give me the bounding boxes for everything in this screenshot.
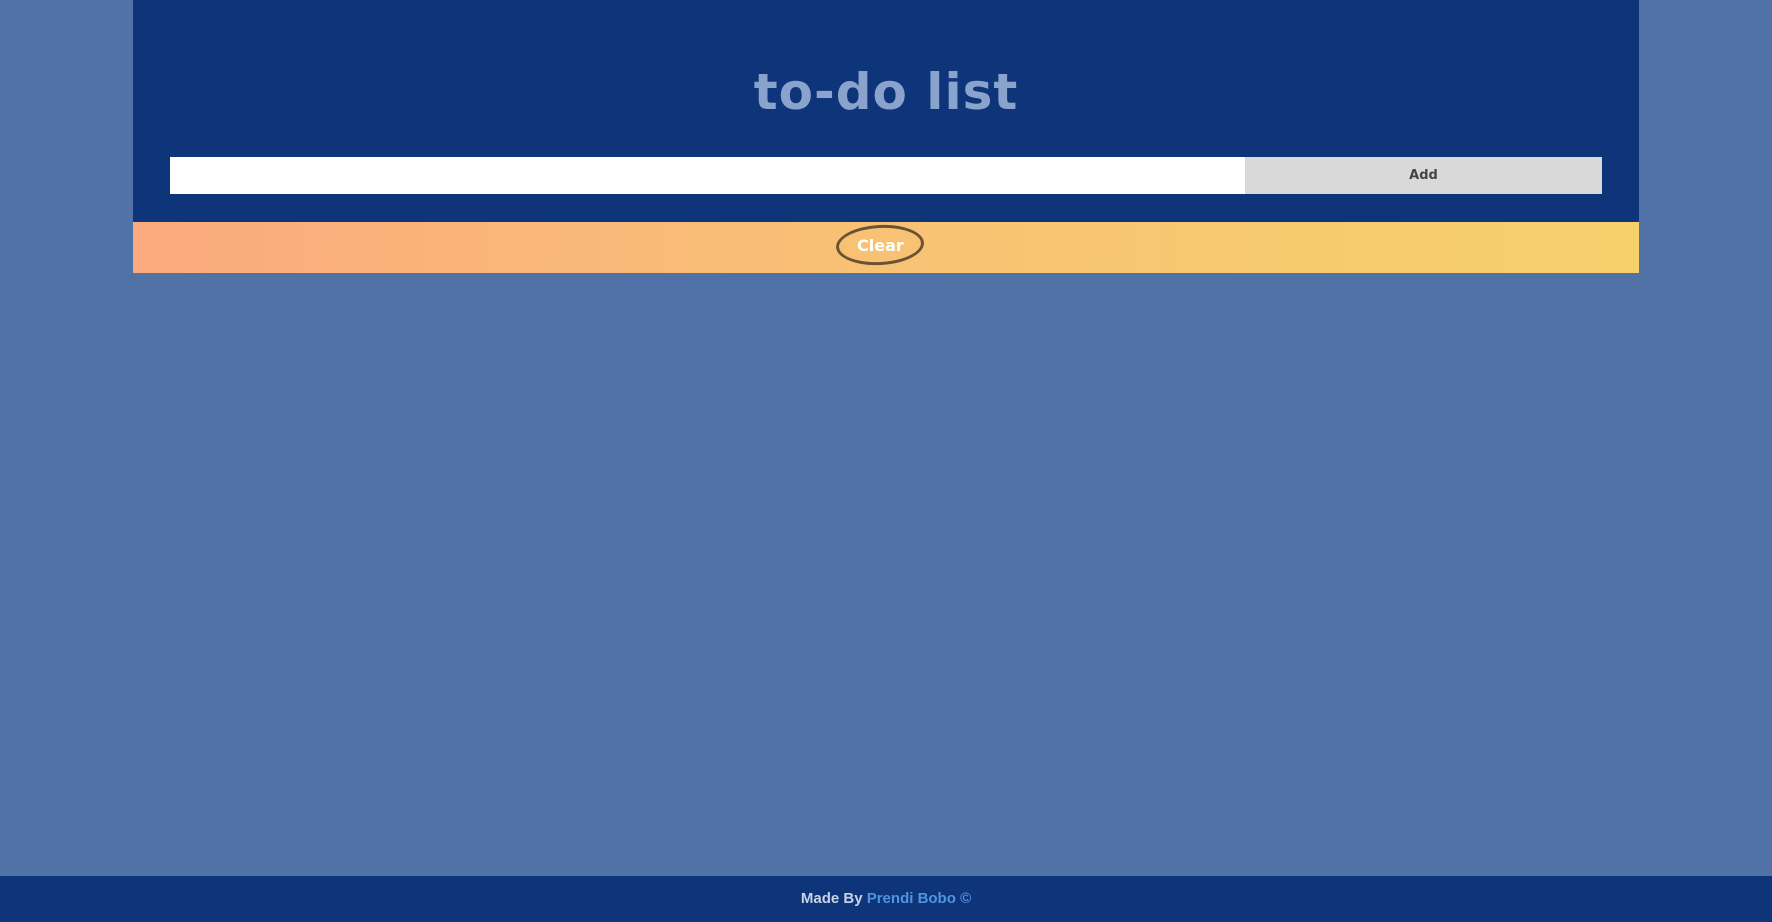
add-button[interactable]: Add <box>1245 157 1602 194</box>
header: to-do list Add <box>133 0 1639 222</box>
todo-app: to-do list Add Clear <box>133 0 1639 273</box>
footer-prefix: Made By <box>800 890 863 907</box>
clear-button-label: Clear <box>856 235 904 255</box>
add-todo-form: Add <box>170 157 1602 194</box>
author-name: Prendi Bobo <box>866 890 956 907</box>
footer: Made By Prendi Bobo © <box>0 876 1772 922</box>
page-title: to-do list <box>753 63 1019 121</box>
copyright-symbol: © <box>960 890 972 907</box>
author-link[interactable]: Prendi Bobo © <box>867 890 971 907</box>
clear-bar: Clear <box>133 222 1639 273</box>
todo-input[interactable] <box>170 157 1245 194</box>
clear-button[interactable]: Clear <box>835 222 925 268</box>
